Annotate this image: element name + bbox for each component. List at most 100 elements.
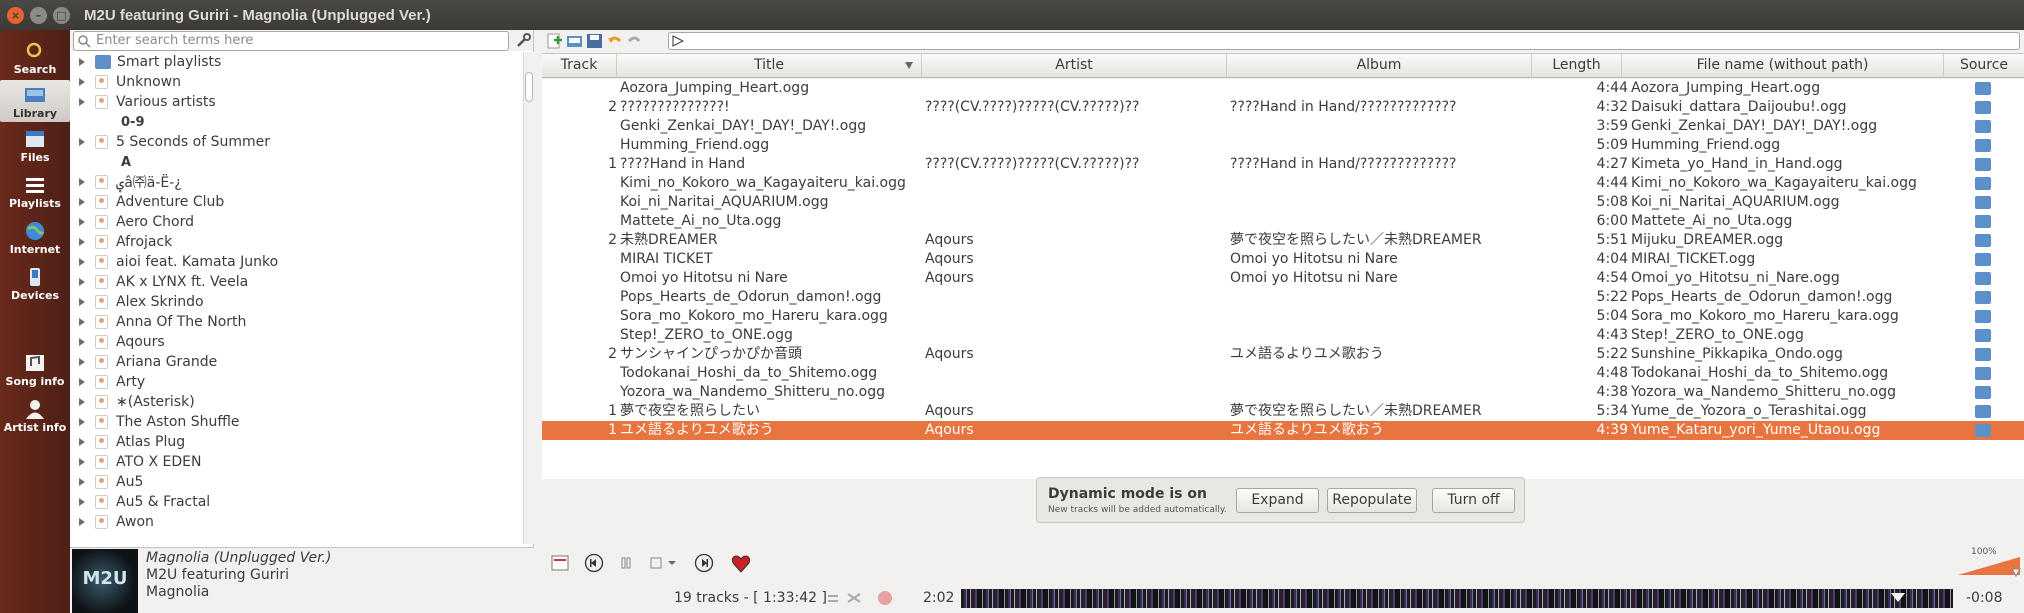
- maximize-window-button[interactable]: □: [53, 6, 70, 24]
- expand-arrow-icon[interactable]: [79, 518, 87, 526]
- expand-arrow-icon[interactable]: [79, 418, 87, 426]
- moodbar-seek-slider[interactable]: [961, 589, 1953, 608]
- expand-arrow-icon[interactable]: [79, 98, 87, 106]
- library-scrollbar[interactable]: [523, 52, 534, 544]
- album-cover[interactable]: M2U: [72, 549, 138, 613]
- expand-arrow-icon[interactable]: [79, 138, 87, 146]
- volume-slider[interactable]: [1956, 547, 2022, 577]
- column-header-album[interactable]: Album: [1227, 54, 1532, 78]
- close-window-button[interactable]: ×: [7, 6, 24, 24]
- tree-item[interactable]: Anna Of The North: [71, 312, 521, 332]
- tree-item[interactable]: ∗(Asterisk): [71, 392, 521, 412]
- expand-arrow-icon[interactable]: [79, 338, 87, 346]
- minimize-window-button[interactable]: –: [30, 6, 47, 24]
- column-header-title[interactable]: Title: [617, 54, 922, 78]
- new-playlist-icon[interactable]: [546, 33, 563, 49]
- table-row[interactable]: 1 夢で夜空を照らしたい Aqours 夢で夜空を照らしたい／未熟DREAMER 5:3…: [542, 402, 2024, 421]
- sidebar-item-files[interactable]: Files: [0, 128, 70, 166]
- table-row[interactable]: Aozora_Jumping_Heart.ogg 4:44 Aozora_Jumpi…: [542, 79, 2024, 98]
- table-row[interactable]: Kimi_no_Kokoro_wa_Kagayaiteru_kai.ogg 4:4…: [542, 174, 2024, 193]
- next-track-icon[interactable]: [694, 553, 714, 573]
- table-row[interactable]: 1 ????Hand in Hand ????(CV.????)?????(CV.?…: [542, 155, 2024, 174]
- expand-arrow-icon[interactable]: [79, 58, 87, 66]
- expand-arrow-icon[interactable]: [79, 218, 87, 226]
- load-playlist-icon[interactable]: [566, 33, 583, 49]
- expand-arrow-icon[interactable]: [79, 198, 87, 206]
- save-playlist-icon[interactable]: [586, 33, 603, 49]
- tree-item[interactable]: Smart playlists: [71, 52, 521, 72]
- expand-arrow-icon[interactable]: [79, 358, 87, 366]
- expand-arrow-icon[interactable]: [79, 378, 87, 386]
- tree-item[interactable]: aioi feat. Kamata Junko: [71, 252, 521, 272]
- lastfm-scrobble-icon[interactable]: [877, 590, 893, 606]
- tree-item[interactable]: Atlas Plug: [71, 432, 521, 452]
- tree-item[interactable]: The Aston Shuffle: [71, 412, 521, 432]
- sidebar-item-internet[interactable]: Internet: [0, 220, 70, 258]
- tree-item[interactable]: Adventure Club: [71, 192, 521, 212]
- table-row[interactable]: Pops_Hearts_de_Odorun_damon!.ogg 5:22 Pops…: [542, 288, 2024, 307]
- seek-position-marker[interactable]: [1891, 593, 1905, 602]
- remaining-time[interactable]: -0:08: [1966, 590, 2003, 606]
- expand-arrow-icon[interactable]: [79, 478, 87, 486]
- undo-icon[interactable]: [606, 33, 623, 49]
- settings-wrench-icon[interactable]: [515, 32, 532, 49]
- tree-item[interactable]: Arty: [71, 372, 521, 392]
- sidebar-item-playlists[interactable]: Playlists: [0, 174, 70, 212]
- tree-item[interactable]: Aqours: [71, 332, 521, 352]
- column-header-source[interactable]: Source: [1944, 54, 2024, 78]
- library-tree[interactable]: Smart playlists Unknown Various artists 0-9…: [71, 52, 523, 544]
- expand-arrow-icon[interactable]: [79, 318, 87, 326]
- scrollbar-thumb[interactable]: [525, 72, 533, 102]
- table-row[interactable]: Omoi yo Hitotsu ni Nare Aqours Omoi yo Hit…: [542, 269, 2024, 288]
- tree-item[interactable]: Ariana Grande: [71, 352, 521, 372]
- column-header-track[interactable]: Track: [542, 54, 617, 78]
- tree-item[interactable]: Au5 & Fractal: [71, 492, 521, 512]
- tree-item[interactable]: ؠâ㈜ä-Ë-¿: [71, 172, 521, 192]
- expand-arrow-icon[interactable]: [79, 458, 87, 466]
- clear-filter-icon[interactable]: [672, 35, 684, 47]
- column-header-artist[interactable]: Artist: [922, 54, 1227, 78]
- column-header-length[interactable]: Length: [1532, 54, 1622, 78]
- expand-arrow-icon[interactable]: [79, 278, 87, 286]
- sidebar-item-artist-info[interactable]: Artist info: [0, 398, 70, 436]
- clear-playlist-icon[interactable]: [550, 553, 570, 573]
- table-row[interactable]: Todokanai_Hoshi_da_to_Shitemo.ogg 4:48 Tod…: [542, 364, 2024, 383]
- expand-arrow-icon[interactable]: [79, 78, 87, 86]
- table-row[interactable]: 2??????????????! ????(CV.????)?????(CV.??…: [542, 98, 2024, 117]
- tree-item[interactable]: Aero Chord: [71, 212, 521, 232]
- love-heart-icon[interactable]: [730, 553, 752, 575]
- tree-item[interactable]: Unknown: [71, 72, 521, 92]
- expand-button[interactable]: Expand: [1236, 488, 1319, 513]
- table-row[interactable]: Mattete_Ai_no_Uta.ogg 6:00 Mattete_Ai_no_U…: [542, 212, 2024, 231]
- column-header-file[interactable]: File name (without path): [1622, 54, 1944, 78]
- expand-arrow-icon[interactable]: [79, 238, 87, 246]
- table-row[interactable]: 1 ユメ語るよりユメ歌おう Aqours ユメ語るよりユメ歌おう 4:39 Yume_Ka…: [542, 421, 2024, 440]
- previous-track-icon[interactable]: [584, 553, 604, 573]
- library-search-input[interactable]: Enter search terms here: [73, 31, 509, 51]
- expand-arrow-icon[interactable]: [79, 178, 87, 186]
- pause-icon[interactable]: [616, 553, 636, 573]
- tree-item[interactable]: Various artists: [71, 92, 521, 112]
- tree-item[interactable]: 5 Seconds of Summer: [71, 132, 521, 152]
- sidebar-item-devices[interactable]: Devices: [0, 266, 70, 304]
- table-row[interactable]: Step!_ZERO_to_ONE.ogg 4:43 Step!_ZERO_to_O…: [542, 326, 2024, 345]
- table-row[interactable]: 2 未熟DREAMER Aqours 夢で夜空を照らしたい／未熟DREAMER 5:51…: [542, 231, 2024, 250]
- tree-item[interactable]: Au5: [71, 472, 521, 492]
- tree-item[interactable]: Afrojack: [71, 232, 521, 252]
- stop-menu-chevron-down-icon[interactable]: [666, 553, 678, 573]
- tree-item[interactable]: Alex Skrindo: [71, 292, 521, 312]
- repeat-icon[interactable]: [826, 591, 842, 605]
- sidebar-item-search[interactable]: Search: [0, 40, 70, 78]
- repopulate-button[interactable]: Repopulate: [1327, 488, 1417, 513]
- playlist-filter-input[interactable]: [668, 32, 2020, 50]
- table-row[interactable]: Humming_Friend.ogg 5:09 Humming_Friend.ogg: [542, 136, 2024, 155]
- shuffle-icon[interactable]: [846, 591, 862, 605]
- tree-item[interactable]: ATO X EDEN: [71, 452, 521, 472]
- expand-arrow-icon[interactable]: [79, 258, 87, 266]
- sidebar-item-library[interactable]: Library: [0, 80, 70, 122]
- table-row[interactable]: Yozora_wa_Nandemo_Shitteru_no.ogg 4:38 Yoz…: [542, 383, 2024, 402]
- sidebar-item-song-info[interactable]: Song info: [0, 352, 70, 390]
- tree-item[interactable]: AK x LYNX ft. Veela: [71, 272, 521, 292]
- expand-arrow-icon[interactable]: [79, 438, 87, 446]
- table-row[interactable]: 2 サンシャインぴっかぴか音頭 Aqours ユメ語るよりユメ歌おう 5:22 Sunsh…: [542, 345, 2024, 364]
